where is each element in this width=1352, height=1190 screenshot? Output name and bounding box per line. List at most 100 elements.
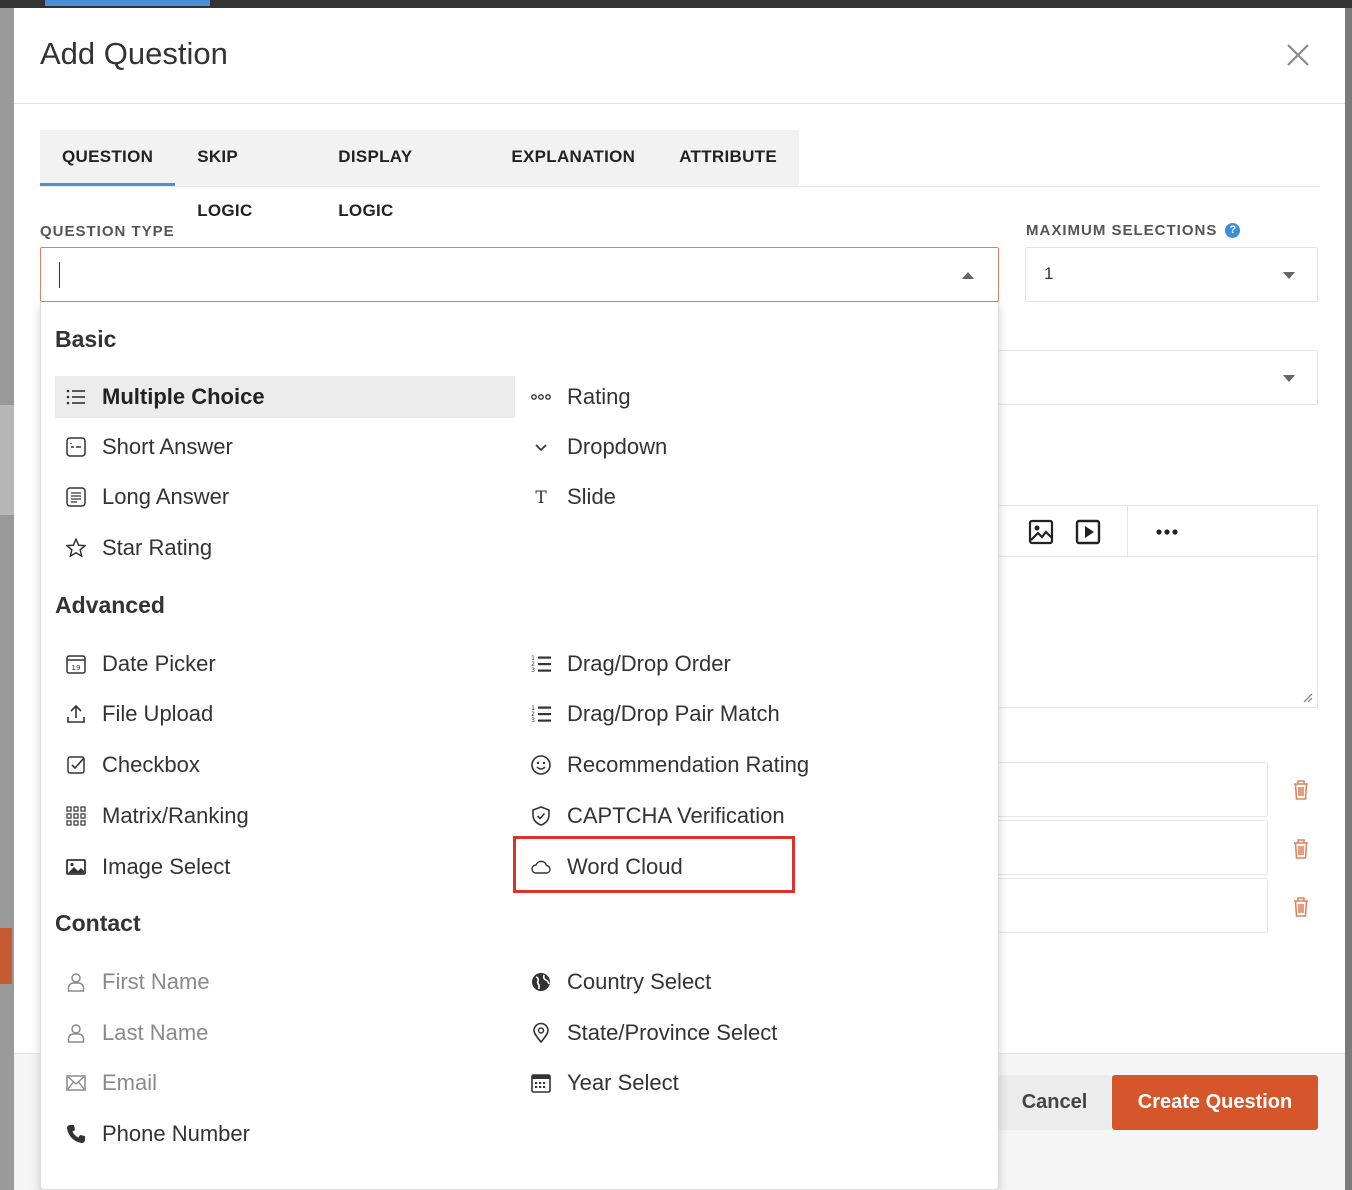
option-state-province-select[interactable]: State/Province Select <box>520 1012 980 1054</box>
text-cursor <box>59 262 60 288</box>
tab-display-logic[interactable]: DISPLAY LOGIC <box>316 130 489 220</box>
editor-toolbar <box>998 505 1318 557</box>
word-cloud-highlight <box>513 836 795 893</box>
option-label: CAPTCHA Verification <box>567 803 785 828</box>
option-checkbox[interactable]: Checkbox <box>55 744 515 786</box>
phone-icon <box>65 1123 87 1145</box>
option-label: First Name <box>102 969 210 994</box>
question-type-search-input[interactable] <box>40 247 999 302</box>
modal-header: Add Question <box>14 8 1345 104</box>
option-dropdown[interactable]: Dropdown <box>520 426 980 468</box>
trash-icon[interactable] <box>1292 838 1310 860</box>
caret-up-icon[interactable] <box>962 272 974 279</box>
option-recommendation-rating[interactable]: Recommendation Rating <box>520 744 980 786</box>
image-icon <box>65 856 87 878</box>
option-rating[interactable]: Rating <box>520 376 980 418</box>
option-image-select[interactable]: Image Select <box>55 846 515 888</box>
upload-icon <box>65 703 87 725</box>
maximum-selections-select[interactable]: 1 <box>1025 247 1318 302</box>
maximum-selections-label: MAXIMUM SELECTIONS <box>1026 222 1218 239</box>
help-icon[interactable]: ? <box>1225 223 1241 238</box>
chevron-down-icon <box>1283 272 1295 279</box>
option-label: Drag/Drop Order <box>567 651 731 676</box>
star-icon <box>65 537 87 559</box>
insert-video-icon[interactable] <box>1074 518 1102 546</box>
answer-option-input[interactable] <box>998 762 1268 817</box>
background-tab <box>45 0 210 6</box>
option-year-select[interactable]: Year Select <box>520 1062 980 1104</box>
option-label: Email <box>102 1070 158 1095</box>
tab-explanation[interactable]: EXPLANATION <box>489 130 657 186</box>
chevron-down-icon <box>530 436 552 458</box>
shield-check-icon <box>530 805 552 827</box>
option-phone-number[interactable]: Phone Number <box>55 1113 515 1155</box>
option-label: File Upload <box>102 701 214 726</box>
chevron-down-icon <box>1283 375 1295 382</box>
option-label: Country Select <box>567 969 712 994</box>
answer-option-input[interactable] <box>998 820 1268 875</box>
option-label: State/Province Select <box>567 1020 778 1045</box>
option-matrix-ranking[interactable]: Matrix/Ranking <box>55 795 515 837</box>
globe-icon <box>530 971 552 993</box>
question-text-editor[interactable] <box>998 557 1318 708</box>
svg-text:T: T <box>535 488 547 508</box>
option-first-name[interactable]: First Name <box>55 961 515 1003</box>
tab-bar: QUESTION SKIP LOGIC DISPLAY LOGIC EXPLAN… <box>40 130 799 220</box>
calendar-icon: 19 <box>65 653 87 675</box>
ordered-list-icon: 123 <box>530 653 552 675</box>
option-long-answer[interactable]: Long Answer <box>55 476 515 518</box>
secondary-select[interactable] <box>998 350 1318 405</box>
option-captcha-verification[interactable]: CAPTCHA Verification <box>520 795 980 837</box>
option-country-select[interactable]: Country Select <box>520 961 980 1003</box>
answer-option-input[interactable] <box>998 878 1268 933</box>
background-button <box>0 928 12 984</box>
option-last-name[interactable]: Last Name <box>55 1012 515 1054</box>
create-question-button[interactable]: Create Question <box>1112 1075 1318 1130</box>
option-label: Multiple Choice <box>102 384 265 409</box>
insert-image-icon[interactable] <box>1027 518 1055 546</box>
question-type-dropdown: Basic Multiple Choice Rating Short Answe… <box>40 302 999 1190</box>
tabs-divider <box>40 186 1320 187</box>
cancel-button[interactable]: Cancel <box>998 1075 1111 1130</box>
svg-text:3: 3 <box>531 717 535 724</box>
background-topbar <box>0 0 1352 8</box>
option-drag-drop-order[interactable]: 123 Drag/Drop Order <box>520 643 980 685</box>
option-label: Year Select <box>567 1070 679 1095</box>
tab-attribute[interactable]: ATTRIBUTE <box>657 130 799 186</box>
option-label: Image Select <box>102 854 231 879</box>
option-file-upload[interactable]: File Upload <box>55 693 515 735</box>
group-heading-advanced: Advanced <box>55 592 165 618</box>
user-icon <box>65 1022 87 1044</box>
user-icon <box>65 971 87 993</box>
option-label: Star Rating <box>102 535 213 560</box>
add-question-modal: Add Question QUESTION SKIP LOGIC DISPLAY… <box>14 8 1345 1190</box>
option-drag-drop-pair-match[interactable]: 123 Drag/Drop Pair Match <box>520 693 980 735</box>
option-short-answer[interactable]: Short Answer <box>55 426 515 468</box>
tab-skip-logic[interactable]: SKIP LOGIC <box>175 130 316 220</box>
option-date-picker[interactable]: 19 Date Picker <box>55 643 515 685</box>
trash-icon[interactable] <box>1292 779 1310 801</box>
option-label: Recommendation Rating <box>567 752 810 777</box>
option-label: Slide <box>567 484 616 509</box>
close-button[interactable] <box>1281 38 1315 72</box>
grid-icon <box>65 805 87 827</box>
more-options-icon[interactable] <box>1153 518 1181 546</box>
background-page <box>0 8 14 1190</box>
option-label: Long Answer <box>102 484 230 509</box>
option-label: Checkbox <box>102 752 200 777</box>
option-star-rating[interactable]: Star Rating <box>55 527 515 569</box>
option-label: Rating <box>567 384 631 409</box>
option-slide[interactable]: T Slide <box>520 476 980 518</box>
group-heading-contact: Contact <box>55 910 141 936</box>
trash-icon[interactable] <box>1292 896 1310 918</box>
modal-title: Add Question <box>40 36 228 71</box>
option-label: Drag/Drop Pair Match <box>567 701 780 726</box>
checkbox-icon <box>65 754 87 776</box>
text-t-icon: T <box>530 486 552 508</box>
resize-handle-icon[interactable] <box>1301 691 1313 703</box>
option-email[interactable]: Email <box>55 1062 515 1104</box>
tab-question[interactable]: QUESTION <box>40 130 176 186</box>
option-label: Date Picker <box>102 651 216 676</box>
option-multiple-choice[interactable]: Multiple Choice <box>55 376 515 418</box>
maximum-selections-label-wrap: MAXIMUM SELECTIONS ? <box>1026 222 1241 239</box>
